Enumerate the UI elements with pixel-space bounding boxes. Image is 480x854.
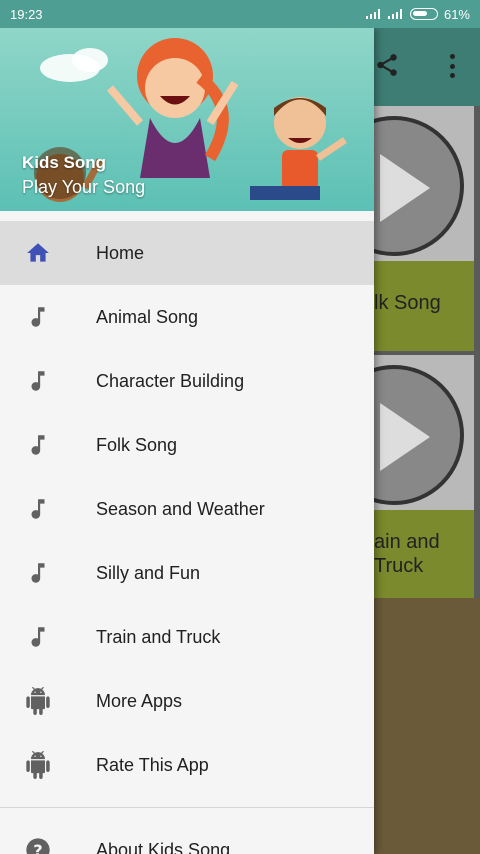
music-note-icon bbox=[24, 495, 52, 523]
home-icon bbox=[24, 239, 52, 267]
signal-icon bbox=[387, 9, 404, 19]
menu-item-label: Home bbox=[96, 242, 145, 263]
status-time: 19:23 bbox=[10, 6, 43, 22]
music-note-icon bbox=[24, 367, 52, 395]
menu-divider bbox=[0, 807, 374, 808]
menu-item-season-weather[interactable]: Season and Weather bbox=[0, 477, 374, 541]
menu-item-more-apps[interactable]: More Apps bbox=[0, 669, 374, 733]
signal-icon bbox=[365, 9, 382, 19]
music-note-icon bbox=[24, 431, 52, 459]
menu-item-silly-fun[interactable]: Silly and Fun bbox=[0, 541, 374, 605]
play-icon bbox=[380, 403, 430, 471]
more-options-icon[interactable] bbox=[450, 54, 456, 78]
menu-item-label: Train and Truck bbox=[96, 626, 221, 647]
android-icon bbox=[24, 751, 52, 779]
menu-item-label: Animal Song bbox=[96, 306, 199, 327]
music-note-icon bbox=[24, 303, 52, 331]
status-bar: 19:23 61% bbox=[0, 0, 480, 28]
play-icon bbox=[380, 154, 430, 222]
drawer-header: Kids Song Play Your Song bbox=[0, 28, 374, 211]
drawer-header-title: Kids Song bbox=[22, 153, 107, 172]
battery-icon bbox=[409, 8, 438, 20]
menu-item-train-truck[interactable]: Train and Truck bbox=[0, 605, 374, 669]
menu-item-folk-song[interactable]: Folk Song bbox=[0, 413, 374, 477]
menu-item-label: About Kids Song bbox=[96, 839, 231, 854]
drawer-header-subtitle: Play Your Song bbox=[22, 177, 146, 197]
drawer-menu: Home Animal Song Character Building Folk… bbox=[0, 221, 374, 854]
song-card[interactable]: ain and Truck bbox=[374, 355, 474, 600]
song-card-title: lk Song bbox=[374, 261, 474, 351]
android-icon bbox=[24, 687, 52, 715]
menu-item-home[interactable]: Home bbox=[0, 221, 374, 285]
play-thumbnail bbox=[374, 106, 474, 261]
music-note-icon bbox=[24, 623, 52, 651]
share-icon[interactable] bbox=[374, 52, 400, 78]
menu-item-label: Rate This App bbox=[96, 754, 209, 775]
play-thumbnail bbox=[374, 355, 474, 510]
menu-item-label: Character Building bbox=[96, 370, 245, 391]
battery-percent: 61% bbox=[443, 6, 470, 22]
menu-item-rate-app[interactable]: Rate This App bbox=[0, 733, 374, 797]
navigation-drawer: Kids Song Play Your Song Home Animal Son… bbox=[0, 28, 374, 854]
menu-item-label: Silly and Fun bbox=[96, 562, 201, 583]
menu-item-label: Folk Song bbox=[96, 434, 178, 455]
menu-item-label: More Apps bbox=[96, 690, 183, 711]
background-illustration bbox=[374, 598, 480, 854]
menu-item-animal-song[interactable]: Animal Song bbox=[0, 285, 374, 349]
menu-item-label: Season and Weather bbox=[96, 498, 265, 519]
song-card-title: ain and Truck bbox=[374, 510, 474, 600]
help-icon: ? bbox=[24, 836, 52, 854]
menu-item-about[interactable]: ? About Kids Song bbox=[0, 818, 374, 854]
svg-text:?: ? bbox=[33, 841, 42, 854]
menu-item-character-building[interactable]: Character Building bbox=[0, 349, 374, 413]
song-card[interactable]: lk Song bbox=[374, 106, 474, 351]
music-note-icon bbox=[24, 559, 52, 587]
